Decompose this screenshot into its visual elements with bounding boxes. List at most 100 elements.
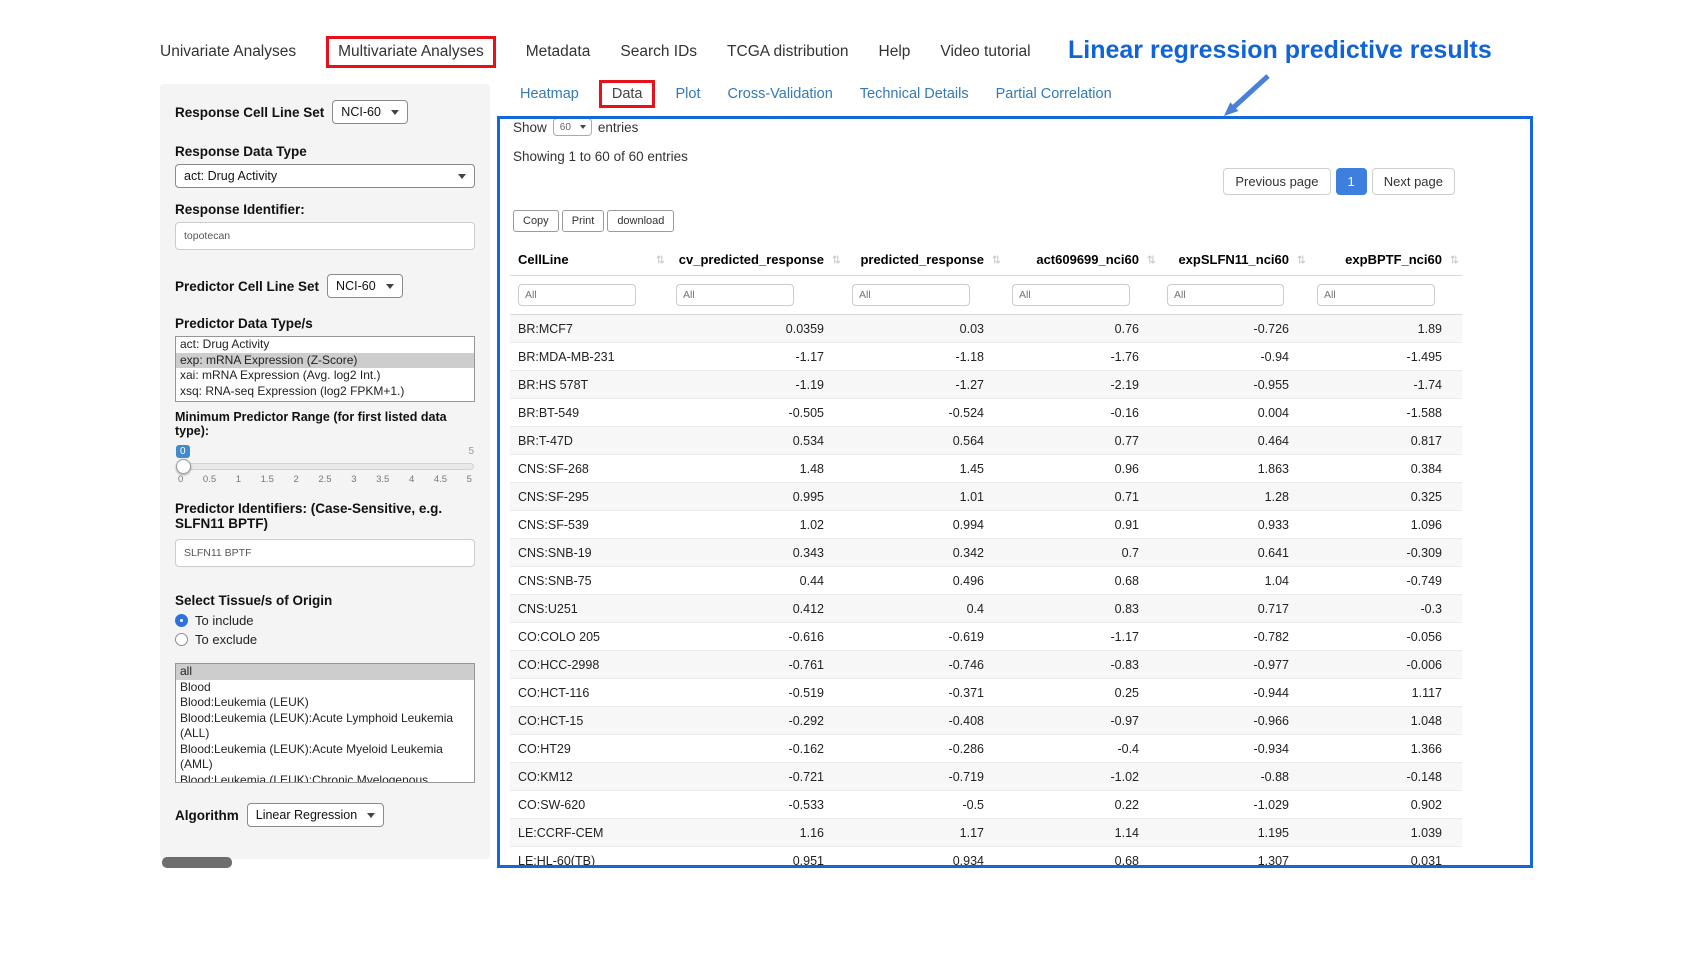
cell-value: 0.717: [1159, 595, 1309, 623]
slider-track[interactable]: [176, 463, 474, 470]
filter-input-predicted-response[interactable]: [852, 284, 970, 306]
table-row[interactable]: CNS:SNB-190.3430.3420.70.641-0.309: [510, 539, 1462, 567]
tab-partial-correlation[interactable]: Partial Correlation: [996, 86, 1112, 102]
table-row[interactable]: CNS:SNB-750.440.4960.681.04-0.749: [510, 567, 1462, 595]
tissue-option-1[interactable]: Blood: [176, 680, 474, 696]
cell-value: -0.761: [668, 651, 844, 679]
response-identifier-label: Response Identifier:: [175, 202, 475, 217]
nav-item-help[interactable]: Help: [879, 43, 911, 61]
sort-icon[interactable]: ⇅: [832, 253, 841, 266]
column-header-act609699-nci60[interactable]: act609699_nci60⇅: [1004, 244, 1159, 276]
table-row[interactable]: CO:HCT-15-0.292-0.408-0.97-0.9661.048: [510, 707, 1462, 735]
print-button[interactable]: Print: [562, 210, 605, 232]
sort-icon[interactable]: ⇅: [1450, 253, 1459, 266]
cell-line-name: LE:CCRF-CEM: [510, 819, 668, 847]
column-header-predicted-response[interactable]: predicted_response⇅: [844, 244, 1004, 276]
bottom-left-artifact: [162, 857, 232, 868]
tab-cross-validation[interactable]: Cross-Validation: [727, 86, 832, 102]
tab-heatmap[interactable]: Heatmap: [520, 86, 579, 102]
predictor-type-option-2[interactable]: xai: mRNA Expression (Avg. log2 Int.): [176, 368, 474, 384]
table-row[interactable]: BR:T-47D0.5340.5640.770.4640.817: [510, 427, 1462, 455]
sort-icon[interactable]: ⇅: [992, 253, 1001, 266]
nav-item-search-ids[interactable]: Search IDs: [620, 43, 697, 61]
tissue-radio-to-include[interactable]: To include: [175, 613, 475, 628]
predictor-type-option-1[interactable]: exp: mRNA Expression (Z-Score): [176, 353, 474, 369]
tissue-radio-to-exclude[interactable]: To exclude: [175, 632, 475, 647]
sort-icon[interactable]: ⇅: [1297, 253, 1306, 266]
nav-item-multivariate-analyses[interactable]: Multivariate Analyses: [326, 36, 496, 68]
tissue-option-3[interactable]: Blood:Leukemia (LEUK):Acute Lymphoid Leu…: [176, 711, 474, 742]
tab-data[interactable]: Data: [599, 80, 656, 108]
download-button[interactable]: download: [607, 210, 674, 232]
response-identifier-input[interactable]: [175, 222, 475, 250]
table-row[interactable]: CNS:SF-5391.020.9940.910.9331.096: [510, 511, 1462, 539]
column-header-cellline[interactable]: CellLine⇅: [510, 244, 668, 276]
table-row[interactable]: BR:MCF70.03590.030.76-0.7261.89: [510, 315, 1462, 343]
filter-input-expbptf-nci60[interactable]: [1317, 284, 1435, 306]
cell-value: -0.749: [1309, 567, 1462, 595]
tab-plot[interactable]: Plot: [675, 86, 700, 102]
predictor-type-option-3[interactable]: xsq: RNA-seq Expression (log2 FPKM+1.): [176, 384, 474, 400]
filter-input-act609699-nci60[interactable]: [1012, 284, 1130, 306]
predictor-identifiers-input[interactable]: [175, 539, 475, 567]
cell-value: 0.4: [844, 595, 1004, 623]
showing-entries-text: Showing 1 to 60 of 60 entries: [513, 149, 1535, 164]
cell-value: -0.524: [844, 399, 1004, 427]
min-predictor-range-slider[interactable]: 0 5 00.511.522.533.544.55: [176, 444, 474, 485]
predictor-data-type-list[interactable]: act: Drug Activityexp: mRNA Expression (…: [175, 336, 475, 402]
sort-icon[interactable]: ⇅: [1147, 253, 1156, 266]
copy-button[interactable]: Copy: [513, 210, 559, 232]
cell-value: 1.89: [1309, 315, 1462, 343]
next-page-button[interactable]: Next page: [1372, 168, 1455, 195]
radio-icon: [175, 633, 188, 646]
table-row[interactable]: CO:HT29-0.162-0.286-0.4-0.9341.366: [510, 735, 1462, 763]
tissue-option-0[interactable]: all: [176, 664, 474, 680]
table-row[interactable]: BR:HS 578T-1.19-1.27-2.19-0.955-1.74: [510, 371, 1462, 399]
cell-value: -0.309: [1309, 539, 1462, 567]
tissue-list[interactable]: allBloodBlood:Leukemia (LEUK)Blood:Leuke…: [175, 663, 475, 783]
previous-page-button[interactable]: Previous page: [1223, 168, 1330, 195]
table-row[interactable]: CNS:SF-2950.9951.010.711.280.325: [510, 483, 1462, 511]
entries-count-select[interactable]: 60: [553, 118, 592, 136]
predictor-type-option-0[interactable]: act: Drug Activity: [176, 337, 474, 353]
filter-input-cv-predicted-response[interactable]: [676, 284, 794, 306]
tissue-option-2[interactable]: Blood:Leukemia (LEUK): [176, 695, 474, 711]
table-row[interactable]: CO:HCT-116-0.519-0.3710.25-0.9441.117: [510, 679, 1462, 707]
cell-value: -1.02: [1004, 763, 1159, 791]
response-cell-line-set-select[interactable]: NCI-60: [332, 100, 408, 124]
table-row[interactable]: CNS:U2510.4120.40.830.717-0.3: [510, 595, 1462, 623]
column-header-cv-predicted-response[interactable]: cv_predicted_response⇅: [668, 244, 844, 276]
page-1-button[interactable]: 1: [1336, 168, 1367, 195]
tab-technical-details[interactable]: Technical Details: [860, 86, 969, 102]
filter-input-expslfn11-nci60[interactable]: [1167, 284, 1284, 306]
column-header-expbptf-nci60[interactable]: expBPTF_nci60⇅: [1309, 244, 1462, 276]
table-row[interactable]: CO:KM12-0.721-0.719-1.02-0.88-0.148: [510, 763, 1462, 791]
sort-icon[interactable]: ⇅: [656, 253, 665, 266]
table-row[interactable]: CO:COLO 205-0.616-0.619-1.17-0.782-0.056: [510, 623, 1462, 651]
cell-value: 0.83: [1004, 595, 1159, 623]
column-header-expslfn11-nci60[interactable]: expSLFN11_nci60⇅: [1159, 244, 1309, 276]
table-row[interactable]: BR:MDA-MB-231-1.17-1.18-1.76-0.94-1.495: [510, 343, 1462, 371]
table-row[interactable]: CNS:SF-2681.481.450.961.8630.384: [510, 455, 1462, 483]
predictor-cell-line-set-select[interactable]: NCI-60: [327, 274, 403, 298]
nav-item-metadata[interactable]: Metadata: [526, 43, 591, 61]
entries-count-value: 60: [560, 122, 571, 133]
algorithm-select[interactable]: Linear Regression: [247, 803, 384, 827]
slider-tick-label: 1: [236, 474, 241, 485]
nav-item-univariate-analyses[interactable]: Univariate Analyses: [160, 43, 296, 61]
slider-handle[interactable]: [176, 459, 191, 474]
tissue-option-5[interactable]: Blood:Leukemia (LEUK):Chronic Myelogenou…: [176, 773, 474, 784]
nav-item-tcga-distribution[interactable]: TCGA distribution: [727, 43, 848, 61]
nav-item-video-tutorial[interactable]: Video tutorial: [940, 43, 1030, 61]
table-row[interactable]: LE:CCRF-CEM1.161.171.141.1951.039: [510, 819, 1462, 847]
cell-value: 1.117: [1309, 679, 1462, 707]
table-row[interactable]: LE:HL-60(TB)0.9510.9340.681.3070.031: [510, 847, 1462, 875]
response-data-type-select[interactable]: act: Drug Activity: [175, 164, 475, 188]
table-row[interactable]: CO:HCC-2998-0.761-0.746-0.83-0.977-0.006: [510, 651, 1462, 679]
cell-value: 0.641: [1159, 539, 1309, 567]
filter-input-cellline[interactable]: [518, 284, 636, 306]
slider-tick-label: 3.5: [376, 474, 389, 485]
table-row[interactable]: BR:BT-549-0.505-0.524-0.160.004-1.588: [510, 399, 1462, 427]
tissue-option-4[interactable]: Blood:Leukemia (LEUK):Acute Myeloid Leuk…: [176, 742, 474, 773]
table-row[interactable]: CO:SW-620-0.533-0.50.22-1.0290.902: [510, 791, 1462, 819]
